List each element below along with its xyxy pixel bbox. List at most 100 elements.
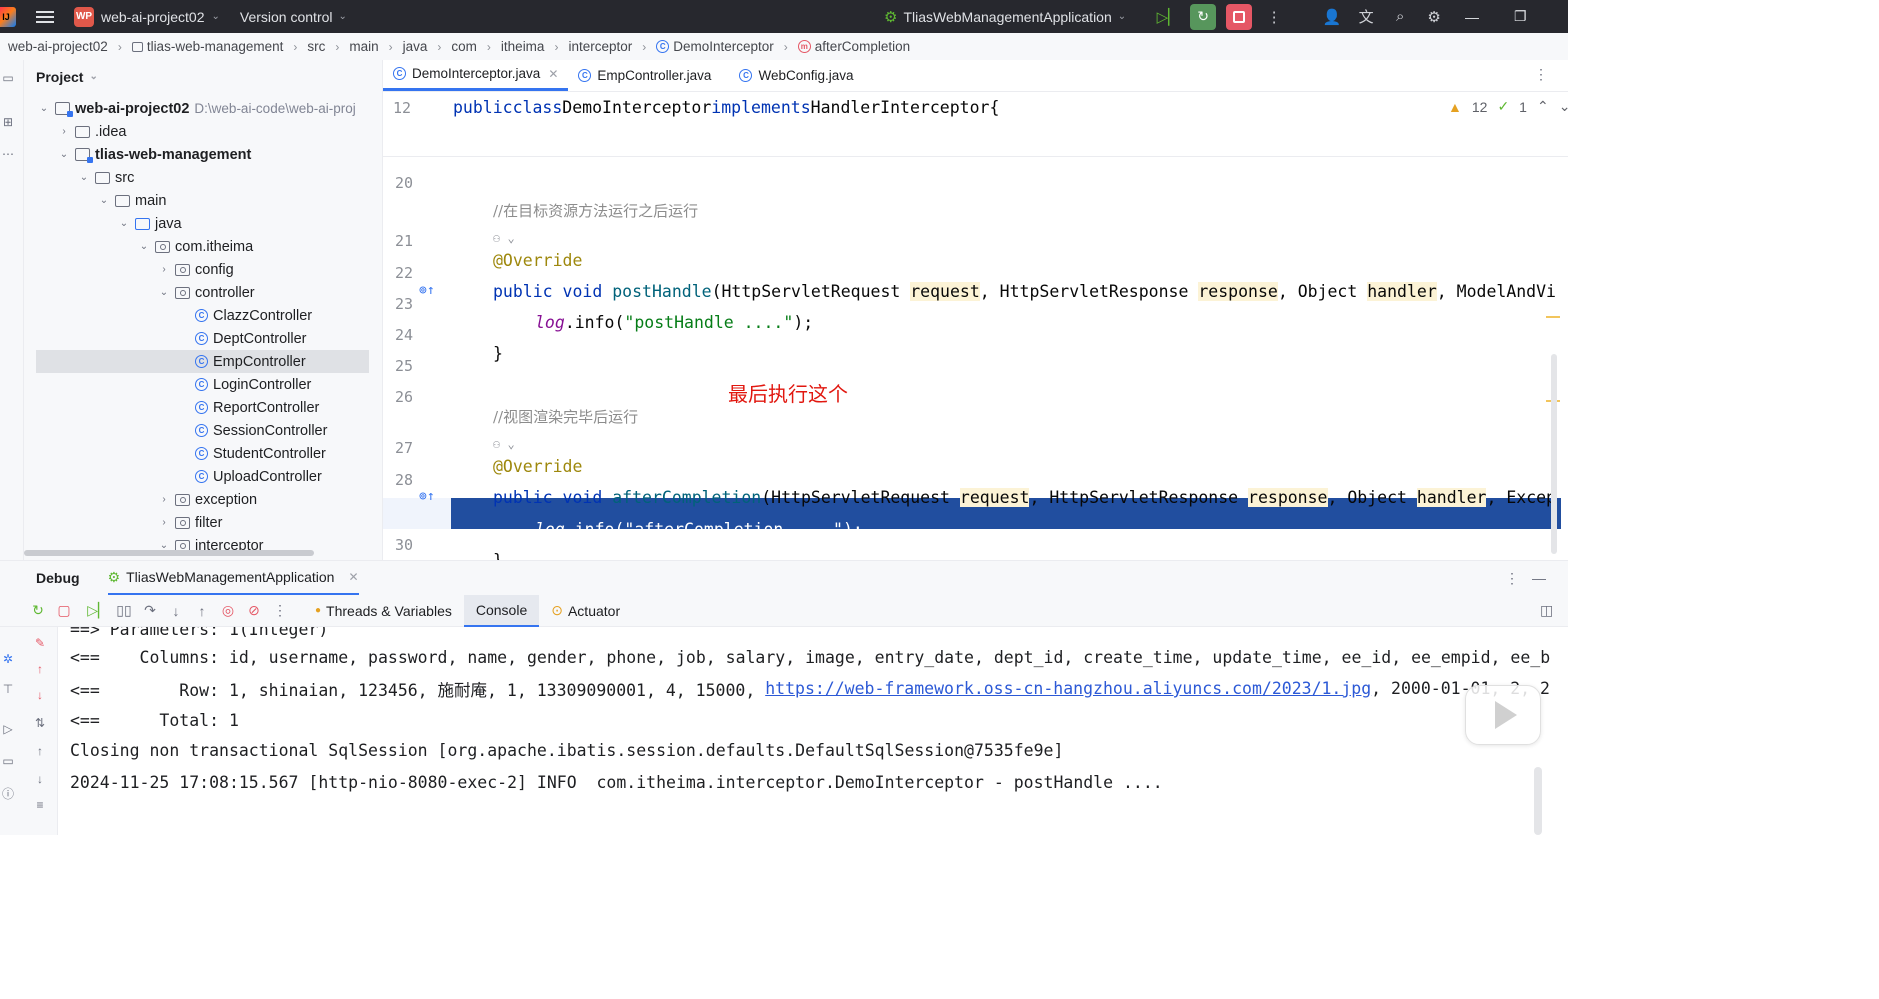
up-arrow-icon[interactable]: ↑ [32, 661, 48, 677]
stop-icon[interactable]: ▢ [51, 598, 77, 624]
tree-item-deptcontroller[interactable]: C DeptController [24, 327, 369, 350]
expand-arrow-icon[interactable]: › [58, 126, 70, 137]
close-icon[interactable]: ✕ [548, 67, 558, 81]
tree-item-config[interactable]: › config [24, 258, 369, 281]
breadcrumb-itheima[interactable]: itheima [501, 39, 545, 54]
expand-arrow-icon[interactable]: › [158, 517, 170, 528]
tab-threads-variables[interactable]: ● Threads & Variables [303, 595, 464, 627]
expand-arrow-icon[interactable]: ⌄ [158, 287, 170, 298]
expand-arrow-icon[interactable]: ⌄ [98, 195, 110, 206]
search-icon[interactable]: ⌕ [1388, 5, 1412, 29]
user-icon[interactable]: 👤 [1320, 5, 1344, 29]
pause-icon[interactable]: ▯▯ [111, 598, 137, 624]
view-breakpoints-icon[interactable]: ◎ [215, 598, 241, 624]
version-control-menu[interactable]: Version control ⌄ [240, 9, 347, 25]
problems-icon[interactable]: ⓘ [0, 785, 16, 801]
expand-arrow-icon[interactable]: › [158, 264, 170, 275]
clear-console-icon[interactable]: ✎ [32, 635, 48, 651]
tool-icon[interactable]: ⊤ [0, 681, 16, 697]
scroll-down-icon[interactable]: ↓ [32, 771, 48, 787]
minimize-panel-icon[interactable]: — [1532, 570, 1546, 586]
rerun-button[interactable]: ↻ [1190, 3, 1217, 30]
stop-button[interactable] [1226, 3, 1253, 30]
line-number[interactable]: 20 [383, 167, 451, 198]
line-number[interactable]: 25 [383, 350, 451, 381]
console-scrollbar[interactable] [1534, 767, 1542, 835]
step-out-icon[interactable]: ↑ [189, 598, 215, 624]
expand-arrow-icon[interactable]: ⌄ [118, 218, 130, 229]
tab-demointerceptor[interactable]: C DemoInterceptor.java ✕ [383, 60, 569, 91]
expand-arrow-icon[interactable]: ⌄ [138, 241, 150, 252]
tree-item-src[interactable]: ⌄ src [24, 166, 369, 189]
override-marker-icon[interactable]: ⊚↑ [419, 283, 435, 298]
restore-button[interactable]: ❐ [1514, 0, 1527, 33]
breadcrumb-class[interactable]: C DemoInterceptor [656, 39, 774, 54]
tree-root[interactable]: ⌄ web-ai-project02 D:\web-ai-code\web-ai… [24, 97, 369, 120]
breadcrumb-java[interactable]: java [403, 39, 428, 54]
breadcrumb-method[interactable]: m afterCompletion [797, 39, 910, 54]
more-icon[interactable]: ⋮ [267, 598, 293, 624]
breadcrumb-interceptor[interactable]: interceptor [568, 39, 632, 54]
line-number[interactable]: 28 [383, 464, 451, 495]
tree-item-logincontroller[interactable]: C LoginController [24, 373, 369, 396]
chevron-down-icon[interactable]: ⌄ [1559, 98, 1568, 115]
more-icon[interactable]: ⋮ [1505, 570, 1519, 587]
debug-session-tab[interactable]: ⚙ TliasWebManagementApplication ✕ [107, 561, 359, 595]
close-icon[interactable]: ✕ [348, 570, 358, 584]
main-menu-button[interactable] [36, 10, 54, 23]
tab-console[interactable]: Console [463, 594, 540, 627]
expand-arrow-icon[interactable]: ⌄ [78, 172, 90, 183]
tree-item-studentcontroller[interactable]: C StudentController [24, 442, 369, 465]
terminal-icon[interactable]: ▭ [0, 753, 16, 769]
breadcrumb-main[interactable]: main [349, 39, 378, 54]
line-number[interactable]: 23 [383, 288, 451, 319]
expand-arrow-icon[interactable]: › [158, 494, 170, 505]
line-number[interactable]: 22 [383, 257, 451, 288]
resume-icon[interactable]: ▷▏ [85, 598, 111, 624]
line-number[interactable]: 30 [383, 529, 451, 560]
tree-item-filter[interactable]: › filter [24, 511, 369, 534]
breadcrumb-project[interactable]: web-ai-project02 [8, 39, 108, 54]
override-marker-icon[interactable]: ⊚↑ [419, 489, 435, 504]
tree-item-tlias-web-management[interactable]: ⌄ tlias-web-management [24, 143, 369, 166]
project-switcher[interactable]: WP web-ai-project02 ⌄ [74, 6, 220, 27]
tree-item-java[interactable]: ⌄ java [24, 212, 369, 235]
intellij-logo-icon[interactable]: IJ [0, 6, 16, 27]
breadcrumb-com[interactable]: com [451, 39, 477, 54]
code-area[interactable]: 12 public class DemoInterceptor implemen… [383, 92, 1568, 560]
tree-item-exception[interactable]: › exception [24, 488, 369, 511]
tree-item-controller[interactable]: ⌄ controller [24, 281, 369, 304]
expand-arrow-icon[interactable]: ⌄ [38, 103, 50, 114]
step-into-icon[interactable]: ↓ [163, 598, 189, 624]
scroll-up-icon[interactable]: ↑ [32, 743, 48, 759]
tree-item-clazzcontroller[interactable]: C ClazzController [24, 304, 369, 327]
structure-icon[interactable]: ⊞ [0, 114, 16, 130]
sort-icon[interactable]: ⇅ [32, 715, 48, 731]
expand-arrow-icon[interactable]: ⌄ [58, 149, 70, 160]
tabs-more-icon[interactable]: ⋮ [1534, 66, 1548, 83]
settings-gear-icon[interactable]: ⚙ [1422, 5, 1446, 29]
breadcrumb-module[interactable]: tlias-web-management [131, 39, 283, 54]
tree-item--idea[interactable]: › .idea [24, 120, 369, 143]
editor-scrollbar[interactable] [1551, 354, 1557, 554]
tree-item-sessioncontroller[interactable]: C SessionController [24, 419, 369, 442]
project-panel-header[interactable]: Project ⌄ [24, 60, 382, 93]
more-tools-icon[interactable]: ⋯ [0, 146, 16, 162]
more-icon[interactable]: ⋮ [1262, 5, 1286, 29]
tab-empcontroller[interactable]: C EmpController.java [568, 60, 721, 91]
breadcrumb-src[interactable]: src [307, 39, 325, 54]
tab-actuator[interactable]: ⊙ Actuator [539, 595, 632, 627]
rerun-icon[interactable]: ↻ [25, 598, 51, 624]
project-h-scrollbar[interactable] [24, 550, 314, 556]
tree-item-uploadcontroller[interactable]: C UploadController [24, 465, 369, 488]
down-arrow-icon[interactable]: ↓ [32, 687, 48, 703]
console-output[interactable]: ==> Parameters: 1(Integer) <== Columns: … [58, 627, 1558, 835]
resume-icon[interactable]: ▷▏ [1156, 5, 1180, 29]
inspection-widget[interactable]: ▲ 12 ✓ 1 ⌃ ⌄ [1448, 98, 1568, 115]
translate-icon[interactable]: 文 [1354, 5, 1378, 29]
minimize-button[interactable]: — [1465, 0, 1479, 33]
soft-wrap-icon[interactable]: ≡ [32, 797, 48, 813]
tree-item-reportcontroller[interactable]: C ReportController [24, 396, 369, 419]
tree-item-com-itheima[interactable]: ⌄ com.itheima [24, 235, 369, 258]
image-link[interactable]: https://web-framework.oss-cn-hangzhou.al… [765, 679, 1371, 698]
